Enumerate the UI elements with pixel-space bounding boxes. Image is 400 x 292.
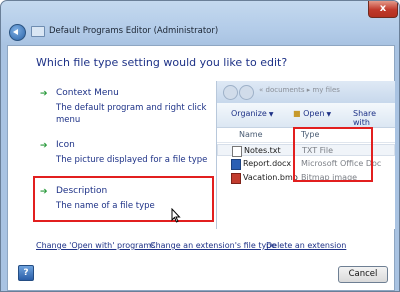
open-menu: ■ Open ▼ [293,109,331,118]
name-column-header: Name [239,130,263,139]
change-open-with-link[interactable]: Change 'Open with' programs [36,241,155,250]
app-icon [31,26,45,37]
close-button[interactable]: x [368,1,398,18]
file-name: Vacation.bmp [243,173,298,182]
option-description: The name of a file type [56,201,155,211]
green-arrow-icon: ➔ [40,187,48,197]
delete-extension-link[interactable]: Delete an extension [266,241,346,250]
chevron-down-icon: ▼ [268,111,274,118]
bitmap-image-icon [231,173,241,184]
window-title: Default Programs Editor (Administrator) [49,26,219,36]
address-bar: « documents ▸ my files [217,81,395,103]
explorer-toolbar: Organize ▼ ■ Open ▼ Share with [217,103,395,128]
help-button[interactable]: ? [18,265,34,281]
word-document-icon [231,159,241,170]
chevron-down-icon: ▼ [326,111,332,118]
file-name: Notes.txt [244,146,281,155]
main-content: Which file type setting would you like t… [7,45,395,291]
back-arrow-icon[interactable] [9,24,26,41]
organize-menu: Organize ▼ [231,109,273,118]
mouse-cursor-icon [171,208,181,223]
green-arrow-icon: ➔ [40,89,48,99]
open-label: Open [303,109,325,118]
breadcrumb: « documents ▸ my files [259,86,340,94]
cancel-button[interactable]: Cancel [338,266,388,283]
text-file-icon [232,146,242,157]
option-title: Context Menu [56,88,119,98]
option-description: The default program and right click menu [56,103,207,125]
forward-nav-icon [239,85,254,100]
option-icon[interactable]: ➔ Icon The picture displayed for a file … [34,138,212,168]
green-arrow-icon: ➔ [40,141,48,151]
type-column-highlight [293,127,373,182]
option-title: Icon [56,140,75,150]
option-description[interactable]: ➔ Description The name of a file type [34,184,212,214]
option-context-menu[interactable]: ➔ Context Menu The default program and r… [34,86,212,125]
option-title: Description [56,186,108,196]
file-name: Report.docx [243,159,292,168]
back-nav-icon [223,85,238,100]
program-window: Default Programs Editor (Administrator) … [0,0,400,292]
option-description: The picture displayed for a file type [56,155,208,165]
title-bar: Default Programs Editor (Administrator) [1,1,399,45]
organize-label: Organize [231,109,267,118]
folder-open-icon: ■ [293,109,301,118]
page-title: Which file type setting would you like t… [36,56,288,69]
share-menu: Share with [353,109,377,127]
change-extension-type-link[interactable]: Change an extension's file type [150,241,276,250]
